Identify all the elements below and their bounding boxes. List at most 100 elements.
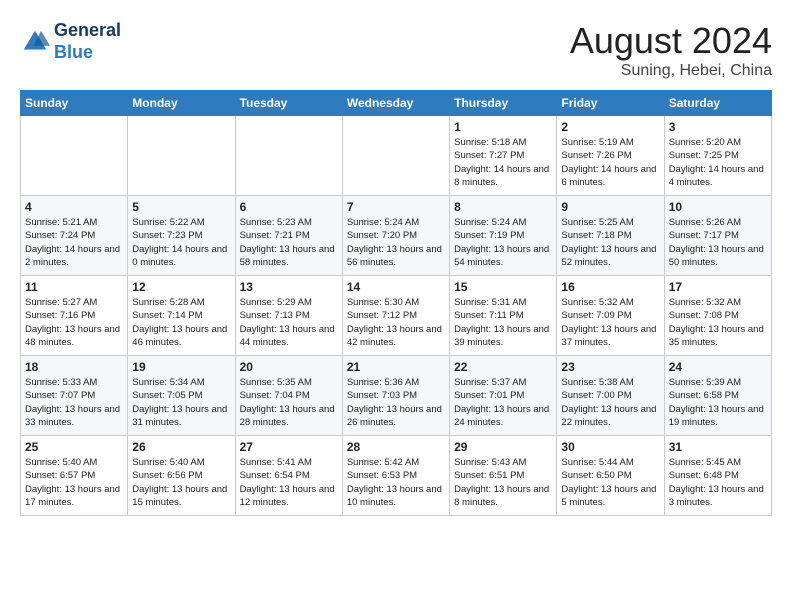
calendar-day-cell: 26 Sunrise: 5:40 AM Sunset: 6:56 PM Dayli… bbox=[128, 436, 235, 516]
title-block: August 2024 Suning, Hebei, China bbox=[570, 20, 772, 80]
calendar-day-cell: 4 Sunrise: 5:21 AM Sunset: 7:24 PM Daylig… bbox=[21, 196, 128, 276]
day-info: Sunrise: 5:22 AM Sunset: 7:23 PM Dayligh… bbox=[132, 216, 230, 269]
day-number: 12 bbox=[132, 280, 230, 294]
day-info: Sunrise: 5:19 AM Sunset: 7:26 PM Dayligh… bbox=[561, 136, 659, 189]
day-info: Sunrise: 5:29 AM Sunset: 7:13 PM Dayligh… bbox=[240, 296, 338, 349]
day-info: Sunrise: 5:35 AM Sunset: 7:04 PM Dayligh… bbox=[240, 376, 338, 429]
day-info: Sunrise: 5:28 AM Sunset: 7:14 PM Dayligh… bbox=[132, 296, 230, 349]
logo-line1: General bbox=[54, 20, 121, 42]
day-info: Sunrise: 5:42 AM Sunset: 6:53 PM Dayligh… bbox=[347, 456, 445, 509]
day-number: 24 bbox=[669, 360, 767, 374]
day-number: 2 bbox=[561, 120, 659, 134]
day-number: 11 bbox=[25, 280, 123, 294]
calendar-day-cell: 1 Sunrise: 5:18 AM Sunset: 7:27 PM Daylig… bbox=[450, 116, 557, 196]
calendar-table: SundayMondayTuesdayWednesdayThursdayFrid… bbox=[20, 90, 772, 516]
header-row: SundayMondayTuesdayWednesdayThursdayFrid… bbox=[21, 91, 772, 116]
calendar-body: 1 Sunrise: 5:18 AM Sunset: 7:27 PM Daylig… bbox=[21, 116, 772, 516]
day-number: 16 bbox=[561, 280, 659, 294]
day-info: Sunrise: 5:34 AM Sunset: 7:05 PM Dayligh… bbox=[132, 376, 230, 429]
day-info: Sunrise: 5:40 AM Sunset: 6:57 PM Dayligh… bbox=[25, 456, 123, 509]
day-number: 30 bbox=[561, 440, 659, 454]
day-number: 1 bbox=[454, 120, 552, 134]
calendar-day-cell: 23Sunrise: 5:38 AM Sunset: 7:00 PM Dayli… bbox=[557, 356, 664, 436]
calendar-day-cell bbox=[235, 116, 342, 196]
calendar-day-cell: 19 Sunrise: 5:34 AM Sunset: 7:05 PM Dayli… bbox=[128, 356, 235, 436]
calendar-day-cell: 29Sunrise: 5:43 AM Sunset: 6:51 PM Dayli… bbox=[450, 436, 557, 516]
calendar-day-cell: 14 Sunrise: 5:30 AM Sunset: 7:12 PM Dayli… bbox=[342, 276, 449, 356]
calendar-day-cell: 27 Sunrise: 5:41 AM Sunset: 6:54 PM Dayli… bbox=[235, 436, 342, 516]
calendar-day-cell bbox=[21, 116, 128, 196]
calendar-day-cell: 9 Sunrise: 5:25 AM Sunset: 7:18 PM Daylig… bbox=[557, 196, 664, 276]
calendar-day-cell: 6Sunrise: 5:23 AM Sunset: 7:21 PM Daylig… bbox=[235, 196, 342, 276]
day-number: 31 bbox=[669, 440, 767, 454]
calendar-day-cell bbox=[128, 116, 235, 196]
day-number: 29 bbox=[454, 440, 552, 454]
day-of-week-header: Thursday bbox=[450, 91, 557, 116]
day-info: Sunrise: 5:30 AM Sunset: 7:12 PM Dayligh… bbox=[347, 296, 445, 349]
day-of-week-header: Sunday bbox=[21, 91, 128, 116]
day-number: 5 bbox=[132, 200, 230, 214]
calendar-day-cell: 24 Sunrise: 5:39 AM Sunset: 6:58 PM Dayli… bbox=[664, 356, 771, 436]
day-number: 14 bbox=[347, 280, 445, 294]
day-number: 13 bbox=[240, 280, 338, 294]
day-number: 18 bbox=[25, 360, 123, 374]
day-of-week-header: Saturday bbox=[664, 91, 771, 116]
calendar-day-cell: 30Sunrise: 5:44 AM Sunset: 6:50 PM Dayli… bbox=[557, 436, 664, 516]
calendar-day-cell: 2 Sunrise: 5:19 AM Sunset: 7:26 PM Daylig… bbox=[557, 116, 664, 196]
calendar-day-cell: 25 Sunrise: 5:40 AM Sunset: 6:57 PM Dayli… bbox=[21, 436, 128, 516]
day-number: 9 bbox=[561, 200, 659, 214]
calendar-day-cell: 10Sunrise: 5:26 AM Sunset: 7:17 PM Dayli… bbox=[664, 196, 771, 276]
calendar-day-cell: 8 Sunrise: 5:24 AM Sunset: 7:19 PM Daylig… bbox=[450, 196, 557, 276]
day-info: Sunrise: 5:25 AM Sunset: 7:18 PM Dayligh… bbox=[561, 216, 659, 269]
calendar-header: SundayMondayTuesdayWednesdayThursdayFrid… bbox=[21, 91, 772, 116]
calendar-day-cell: 28Sunrise: 5:42 AM Sunset: 6:53 PM Dayli… bbox=[342, 436, 449, 516]
day-number: 19 bbox=[132, 360, 230, 374]
calendar-week-row: 1 Sunrise: 5:18 AM Sunset: 7:27 PM Daylig… bbox=[21, 116, 772, 196]
day-info: Sunrise: 5:18 AM Sunset: 7:27 PM Dayligh… bbox=[454, 136, 552, 189]
day-number: 23 bbox=[561, 360, 659, 374]
day-number: 10 bbox=[669, 200, 767, 214]
calendar-day-cell: 17 Sunrise: 5:32 AM Sunset: 7:08 PM Dayli… bbox=[664, 276, 771, 356]
day-info: Sunrise: 5:39 AM Sunset: 6:58 PM Dayligh… bbox=[669, 376, 767, 429]
day-number: 3 bbox=[669, 120, 767, 134]
day-of-week-header: Monday bbox=[128, 91, 235, 116]
day-info: Sunrise: 5:27 AM Sunset: 7:16 PM Dayligh… bbox=[25, 296, 123, 349]
calendar-day-cell: 3Sunrise: 5:20 AM Sunset: 7:25 PM Daylig… bbox=[664, 116, 771, 196]
calendar-day-cell: 5 Sunrise: 5:22 AM Sunset: 7:23 PM Daylig… bbox=[128, 196, 235, 276]
day-number: 20 bbox=[240, 360, 338, 374]
day-number: 25 bbox=[25, 440, 123, 454]
day-number: 22 bbox=[454, 360, 552, 374]
day-number: 4 bbox=[25, 200, 123, 214]
day-info: Sunrise: 5:33 AM Sunset: 7:07 PM Dayligh… bbox=[25, 376, 123, 429]
page-header: General Blue August 2024 Suning, Hebei, … bbox=[20, 20, 772, 80]
day-info: Sunrise: 5:24 AM Sunset: 7:19 PM Dayligh… bbox=[454, 216, 552, 269]
day-number: 6 bbox=[240, 200, 338, 214]
day-info: Sunrise: 5:31 AM Sunset: 7:11 PM Dayligh… bbox=[454, 296, 552, 349]
day-number: 17 bbox=[669, 280, 767, 294]
day-info: Sunrise: 5:32 AM Sunset: 7:08 PM Dayligh… bbox=[669, 296, 767, 349]
day-info: Sunrise: 5:24 AM Sunset: 7:20 PM Dayligh… bbox=[347, 216, 445, 269]
calendar-day-cell: 11 Sunrise: 5:27 AM Sunset: 7:16 PM Dayli… bbox=[21, 276, 128, 356]
day-info: Sunrise: 5:21 AM Sunset: 7:24 PM Dayligh… bbox=[25, 216, 123, 269]
calendar-day-cell: 12 Sunrise: 5:28 AM Sunset: 7:14 PM Dayli… bbox=[128, 276, 235, 356]
calendar-day-cell: 21Sunrise: 5:36 AM Sunset: 7:03 PM Dayli… bbox=[342, 356, 449, 436]
logo-icon bbox=[20, 27, 50, 57]
location: Suning, Hebei, China bbox=[570, 62, 772, 80]
day-info: Sunrise: 5:40 AM Sunset: 6:56 PM Dayligh… bbox=[132, 456, 230, 509]
day-info: Sunrise: 5:45 AM Sunset: 6:48 PM Dayligh… bbox=[669, 456, 767, 509]
calendar-day-cell: 20 Sunrise: 5:35 AM Sunset: 7:04 PM Dayli… bbox=[235, 356, 342, 436]
logo-line2: Blue bbox=[54, 42, 121, 64]
calendar-day-cell bbox=[342, 116, 449, 196]
day-number: 27 bbox=[240, 440, 338, 454]
calendar-week-row: 4 Sunrise: 5:21 AM Sunset: 7:24 PM Daylig… bbox=[21, 196, 772, 276]
calendar-day-cell: 22Sunrise: 5:37 AM Sunset: 7:01 PM Dayli… bbox=[450, 356, 557, 436]
month-year: August 2024 bbox=[570, 20, 772, 62]
calendar-day-cell: 16 Sunrise: 5:32 AM Sunset: 7:09 PM Dayli… bbox=[557, 276, 664, 356]
calendar-week-row: 18 Sunrise: 5:33 AM Sunset: 7:07 PM Dayli… bbox=[21, 356, 772, 436]
day-info: Sunrise: 5:41 AM Sunset: 6:54 PM Dayligh… bbox=[240, 456, 338, 509]
day-number: 26 bbox=[132, 440, 230, 454]
day-info: Sunrise: 5:32 AM Sunset: 7:09 PM Dayligh… bbox=[561, 296, 659, 349]
day-number: 8 bbox=[454, 200, 552, 214]
calendar-week-row: 11 Sunrise: 5:27 AM Sunset: 7:16 PM Dayli… bbox=[21, 276, 772, 356]
day-number: 21 bbox=[347, 360, 445, 374]
